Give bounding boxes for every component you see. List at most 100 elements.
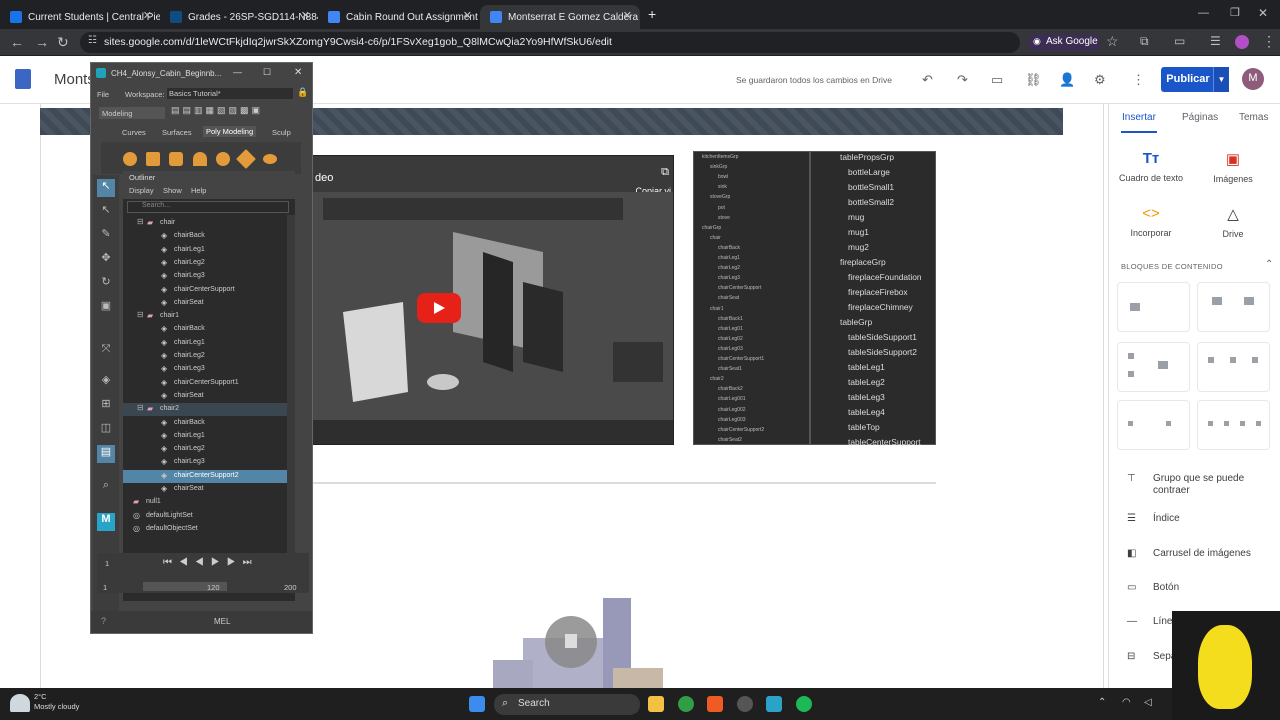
site-info-icon[interactable]: ☷ [88,35,97,46]
help-icon[interactable]: ? [101,616,106,626]
wifi-icon[interactable]: ◠ [1122,697,1131,708]
menu-file[interactable]: File [97,90,109,99]
shelf-tab-curves[interactable]: Curves [122,128,146,137]
poly-torus-icon[interactable] [216,152,230,166]
outliner-row[interactable]: ◈ chairLeg2 [123,443,287,456]
insert-drive[interactable]: △ Drive [1195,205,1271,239]
share-icon[interactable]: 👤 [1059,72,1075,88]
cabin-model-image[interactable] [493,598,663,688]
outliner-row[interactable]: ◈ chairLeg1 [123,430,287,443]
maya-window[interactable]: CH4_Alonsy_Cabin_Beginnb... — ☐ ✕ File W… [90,62,313,634]
outliner-row[interactable]: ⊟ ▰ chair1 [123,310,287,323]
forward-icon[interactable]: → [35,34,49,50]
outliner-row[interactable]: ◈ chairCenterSupport [123,284,287,297]
rotate-tool-icon[interactable]: ↻ [97,275,115,293]
paint-select-icon[interactable]: ✎ [97,227,115,245]
windows-start-icon[interactable] [469,696,485,712]
weather-widget[interactable]: 2°C Mostly cloudy [34,692,79,712]
youtube-play-button[interactable] [417,293,461,323]
collapse-toggle-icon[interactable]: ⊟ [137,217,144,226]
spotify-icon[interactable] [796,696,812,712]
browser-tab-1[interactable]: Current Students | Central Piedmo ✕ [0,5,160,29]
scale-tool-icon[interactable]: ▣ [97,299,115,317]
insert-text-box[interactable]: Tт Cuadro de texto [1113,150,1189,183]
site-title[interactable]: Monts [54,71,95,88]
workspace-select[interactable]: Basics Tutorial* [167,88,293,99]
search-icon[interactable]: ⌕ [97,479,115,497]
tab-search-icon[interactable]: ☰ [1210,34,1221,48]
insert-embed[interactable]: <> Incorporar [1113,205,1189,238]
outliner-row[interactable]: ◈ chairSeat [123,390,287,403]
poly-plane-icon[interactable] [236,149,256,169]
shelf-tab-surfaces[interactable]: Surfaces [162,128,192,137]
shelf-tab-sculpting[interactable]: Sculp [272,128,291,137]
outliner-menu-show[interactable]: Show [163,186,182,195]
outliner-row[interactable]: ◈ chairLeg1 [123,244,287,257]
outliner-screenshot-image[interactable]: kitchenItemsGrp sinkGrp bowl sink stoveGrp po… [693,151,936,447]
outliner-menu-help[interactable]: Help [191,186,206,195]
content-block-1[interactable] [1117,282,1190,332]
tab-pages[interactable]: Páginas [1182,112,1218,123]
time-slider[interactable]: 1 ⏮◀◀▶▶⏭ 1 1 120 200 [97,553,309,593]
reload-icon[interactable]: ↻ [57,34,69,51]
minimize-icon[interactable]: — [1198,7,1209,19]
outliner-row[interactable]: ◈ chairCenterSupport1 [123,377,287,390]
bookmark-star-icon[interactable]: ☆ [1106,33,1119,50]
taskbar-search[interactable]: ⌕ Search [494,694,640,715]
close-icon[interactable]: ✕ [301,9,310,22]
content-block-3[interactable] [1117,342,1190,392]
maximize-icon[interactable]: ☐ [263,67,271,78]
four-pane-icon[interactable]: ⊞ [97,397,115,415]
outliner-row[interactable]: ⊟ ▰ chair [123,217,287,230]
avatar[interactable]: M [1242,68,1264,90]
link-icon[interactable]: ⛓ [1025,72,1042,88]
outliner-menu-display[interactable]: Display [129,186,154,195]
content-block-2[interactable] [1197,282,1270,332]
soft-select-icon[interactable]: ⤧ [97,343,115,361]
collapse-chevron-icon[interactable]: ⌃ [1265,259,1273,270]
single-pane-icon[interactable]: ◈ [97,373,115,391]
shelf-tab-poly-modeling[interactable]: Poly Modeling [203,126,257,137]
settings-gear-icon[interactable]: ⚙ [1094,72,1106,88]
divider-line[interactable] [312,482,936,484]
outliner-row[interactable]: ◈ chairLeg3 [123,456,287,469]
collapse-toggle-icon[interactable]: ⊟ [137,403,144,412]
undo-icon[interactable]: ↶ [922,72,933,88]
outliner-row[interactable]: ◈ chairLeg3 [123,270,287,283]
tab-insert[interactable]: Insertar [1122,112,1156,123]
sites-logo-icon[interactable] [15,69,31,89]
outliner-row[interactable]: ◈ chairLeg2 [123,257,287,270]
maya-m-icon[interactable]: M [97,513,115,531]
more-options-icon[interactable]: ⋮ [1132,72,1145,88]
outliner-row[interactable]: ◎ defaultLightSet [123,510,287,523]
current-frame[interactable]: 1 [105,559,109,568]
side-by-side-icon[interactable]: ◫ [97,421,115,439]
outliner-row[interactable]: ◈ chairLeg3 [123,363,287,376]
weather-cloud-icon[interactable] [10,694,30,712]
outliner-layout-icon[interactable]: ▤ [97,445,115,463]
content-block-5[interactable] [1117,400,1190,450]
content-block-4[interactable] [1197,342,1270,392]
outliner-scrollbar[interactable] [287,215,295,585]
window-close-icon[interactable]: ✕ [1258,6,1268,20]
status-toolbar[interactable]: ▤▤▥▦▧▨▩▣ [171,105,305,119]
playback-controls[interactable]: ⏮◀◀▶▶⏭ [163,557,259,568]
close-icon[interactable]: ✕ [463,9,472,22]
mel-label[interactable]: MEL [214,617,230,626]
outliner-search-input[interactable]: Search... [127,201,289,213]
outliner-row[interactable]: ◈ chairLeg2 [123,350,287,363]
close-icon[interactable]: ✕ [294,67,302,78]
chrome-menu-icon[interactable]: ⋮ [1262,33,1276,50]
lasso-tool-icon[interactable]: ↖ [97,203,115,221]
outliner-row[interactable]: ◎ defaultObjectSet [123,523,287,536]
maximize-icon[interactable]: ❐ [1230,6,1240,19]
close-icon[interactable]: ✕ [143,9,152,22]
profile-avatar-icon[interactable] [1235,35,1249,49]
maya-taskbar-icon[interactable] [766,696,782,712]
outliner-row[interactable]: ◈ chairBack [123,230,287,243]
mode-select[interactable]: Modeling [99,107,165,119]
tray-chevron-icon[interactable]: ⌃ [1098,697,1106,708]
redo-icon[interactable]: ↷ [957,72,968,88]
browser-tab-4[interactable]: Montserrat E Gomez Caldera P ✕ [480,5,640,29]
poly-sphere-icon[interactable] [123,152,137,166]
